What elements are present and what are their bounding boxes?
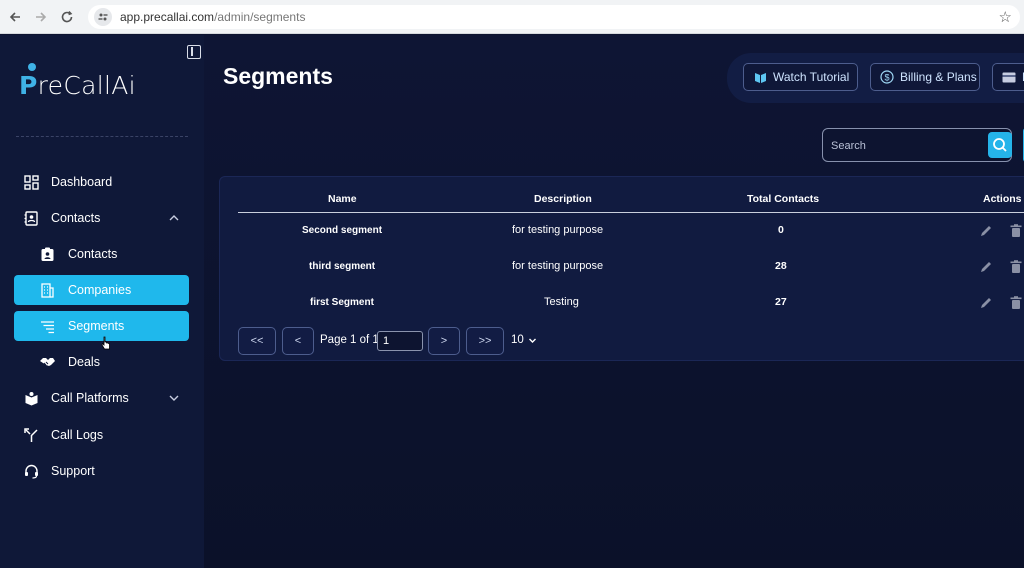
header-actions: Watch Tutorial $ Billing & Plans B xyxy=(727,53,1024,103)
page-title: Segments xyxy=(223,63,333,89)
table-row[interactable]: Second segment for testing purpose 0 xyxy=(220,213,1024,249)
sidebar-item-label: Contacts xyxy=(68,247,118,261)
address-bar[interactable]: app.precallai.com/admin/segments ☆ xyxy=(88,5,1020,29)
delete-icon[interactable] xyxy=(1008,259,1024,275)
sidebar-divider xyxy=(16,136,188,137)
segments-table: Name Description Total Contacts Actions … xyxy=(219,176,1024,361)
platform-icon xyxy=(22,389,40,407)
billing-plans-label: Billing & Plans xyxy=(900,70,977,84)
logo-initial: P xyxy=(19,71,38,100)
search-input[interactable] xyxy=(831,137,981,155)
search-box xyxy=(822,128,1012,162)
sidebar-item-label: Call Platforms xyxy=(51,391,129,405)
chevron-down-icon[interactable] xyxy=(167,391,181,405)
sidebar-item-label: Contacts xyxy=(51,211,101,225)
reload-icon[interactable] xyxy=(56,6,78,28)
billing-plans-button[interactable]: $ Billing & Plans xyxy=(870,63,980,91)
main-content: Segments Watch Tutorial $ Billing & Plan… xyxy=(204,35,1024,568)
column-header-total-contacts[interactable]: Total Contacts xyxy=(747,193,819,205)
url-path: /admin/segments xyxy=(214,10,306,24)
sidebar-item-contacts-group[interactable]: Contacts xyxy=(14,203,189,233)
chevron-down-icon xyxy=(528,338,536,343)
sidebar-item-label: Dashboard xyxy=(51,175,113,189)
search-button[interactable] xyxy=(988,132,1012,158)
delete-icon[interactable] xyxy=(1008,223,1024,239)
bookmark-star-icon[interactable]: ☆ xyxy=(999,8,1012,26)
column-header-actions: Actions xyxy=(983,193,1022,205)
svg-text:$: $ xyxy=(884,73,889,83)
forward-arrow-icon[interactable] xyxy=(30,6,52,28)
sidebar-item-deals[interactable]: Deals xyxy=(14,347,189,377)
table-row[interactable]: third segment for testing purpose 28 xyxy=(220,249,1024,285)
call-logs-icon xyxy=(22,426,40,444)
tutorial-icon xyxy=(753,70,767,84)
browser-toolbar: app.precallai.com/admin/segments ☆ xyxy=(0,0,1024,34)
segment-description: for testing purpose xyxy=(512,224,604,236)
site-settings-icon[interactable] xyxy=(94,8,112,26)
sidebar-item-dashboard[interactable]: Dashboard xyxy=(14,167,189,197)
edit-icon[interactable] xyxy=(978,295,994,311)
sidebar-item-call-platforms[interactable]: Call Platforms xyxy=(14,383,189,413)
sidebar-item-label: Companies xyxy=(68,283,132,297)
segment-total: 0 xyxy=(778,224,784,236)
watch-tutorial-label: Watch Tutorial xyxy=(773,70,850,84)
segment-total: 27 xyxy=(775,296,787,308)
sidebar-item-contacts[interactable]: Contacts xyxy=(14,239,189,269)
next-page-button[interactable]: > xyxy=(428,327,460,355)
table-row[interactable]: first Segment Testing 27 xyxy=(220,285,1024,321)
page-number-input[interactable] xyxy=(377,331,423,351)
prev-page-button[interactable]: < xyxy=(282,327,314,355)
handshake-icon xyxy=(38,353,56,371)
sidebar-item-label: Support xyxy=(51,464,95,478)
sidebar-item-call-logs[interactable]: Call Logs xyxy=(14,420,189,450)
segment-description: Testing xyxy=(544,296,579,308)
sidebar-item-companies[interactable]: Companies xyxy=(14,275,189,305)
column-header-name[interactable]: Name xyxy=(328,193,357,205)
search-icon xyxy=(993,138,1007,152)
sidebar-item-support[interactable]: Support xyxy=(14,456,189,486)
segment-name: Second segment xyxy=(302,225,383,236)
sidebar-item-label: Deals xyxy=(68,355,100,369)
page-size-select[interactable]: 10 xyxy=(511,334,537,346)
first-page-button[interactable]: << xyxy=(238,327,276,355)
sidebar-collapse-icon[interactable] xyxy=(187,45,201,59)
logo-text: reCallAi xyxy=(37,71,136,100)
segment-description: for testing purpose xyxy=(512,260,604,272)
segment-name: third segment xyxy=(309,261,376,272)
headset-icon xyxy=(22,462,40,480)
segment-name: first Segment xyxy=(310,297,374,308)
watch-tutorial-button[interactable]: Watch Tutorial xyxy=(743,63,858,91)
edit-icon[interactable] xyxy=(978,223,994,239)
contacts-book-icon xyxy=(22,209,40,227)
account-button[interactable]: B xyxy=(992,63,1024,91)
sidebar: PreCallAi Dashboard Contacts Contacts Co… xyxy=(0,35,204,568)
sidebar-item-label: Call Logs xyxy=(51,428,104,442)
column-header-description[interactable]: Description xyxy=(534,193,592,205)
card-icon xyxy=(1002,70,1016,84)
page-size-value: 10 xyxy=(511,334,524,346)
page-indicator: Page 1 of 1 xyxy=(320,334,379,346)
chevron-up-icon[interactable] xyxy=(167,211,181,225)
sidebar-item-label: Segments xyxy=(68,319,125,333)
last-page-button[interactable]: >> xyxy=(466,327,504,355)
segment-total: 28 xyxy=(775,260,787,272)
url-host: app.precallai.com xyxy=(120,10,215,24)
edit-icon[interactable] xyxy=(978,259,994,275)
list-lines-icon xyxy=(38,317,56,335)
building-icon xyxy=(38,281,56,299)
logo-mark xyxy=(28,63,36,71)
dashboard-grid-icon xyxy=(22,173,40,191)
delete-icon[interactable] xyxy=(1008,295,1024,311)
url-text: app.precallai.com/admin/segments xyxy=(120,10,305,24)
dollar-circle-icon: $ xyxy=(880,70,894,84)
logo: PreCallAi xyxy=(19,71,136,100)
back-arrow-icon[interactable] xyxy=(4,6,26,28)
contact-card-icon xyxy=(38,245,56,263)
